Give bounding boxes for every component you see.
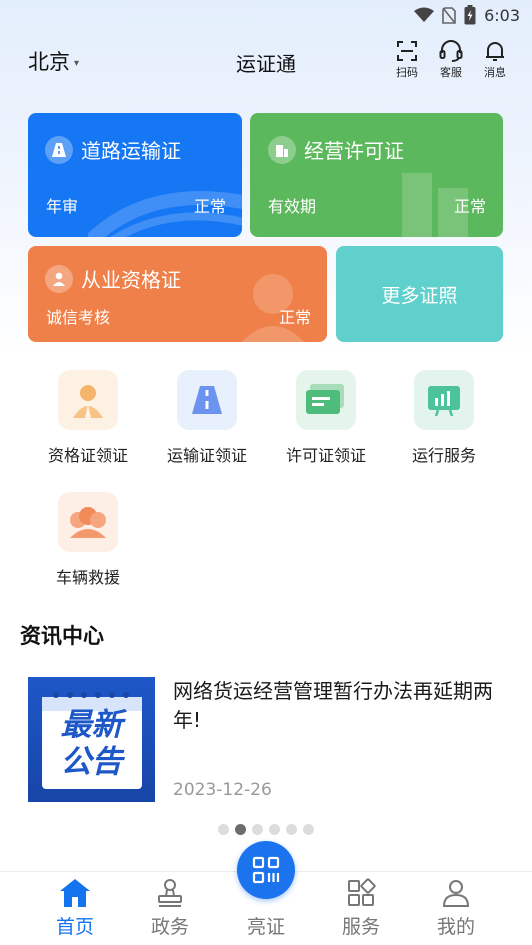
carousel-dot-active[interactable]: [235, 824, 246, 835]
more-certificates-label: 更多证照: [381, 284, 458, 307]
tab-label: 我的: [436, 916, 475, 938]
road-transport-permit-card[interactable]: 道路运输证 年审 正常: [28, 113, 242, 237]
service-label: 运行服务: [411, 446, 476, 465]
headset-icon: [439, 40, 463, 62]
tab-government[interactable]: 政务: [130, 878, 210, 939]
stamp-icon: [158, 879, 182, 907]
road-icon: [177, 370, 237, 430]
road-permit-status: 正常: [193, 197, 226, 216]
user-icon: [442, 880, 470, 907]
more-certificates-card[interactable]: 更多证照: [336, 246, 503, 342]
messages-button[interactable]: 消息: [480, 40, 510, 80]
customer-service-label: 客服: [440, 66, 462, 79]
qualification-sub: 诚信考核: [46, 308, 111, 327]
battery-icon: [464, 5, 476, 25]
scan-button[interactable]: 扫码: [392, 40, 422, 80]
bell-icon: [486, 42, 504, 61]
carousel-dot[interactable]: [286, 824, 297, 835]
qualification-status: 正常: [278, 308, 311, 327]
business-license-card[interactable]: 经营许可证 有效期 正常: [250, 113, 503, 237]
service-label: 资格证领证: [47, 446, 128, 465]
road-permit-sub: 年审: [46, 197, 79, 216]
news-item[interactable]: 最新 公告 网络货运经营管理暂行办法再延期两年! 2023-12-26: [28, 677, 508, 803]
qr-code-icon: [252, 856, 280, 884]
chart-board-icon: [414, 370, 474, 430]
news-section-title: 资讯中心: [20, 624, 104, 648]
card-icon: [296, 370, 356, 430]
carousel-dot[interactable]: [269, 824, 280, 835]
service-label: 运输证领证: [166, 446, 247, 465]
tab-label: 首页: [55, 916, 94, 938]
service-label: 许可证领证: [285, 446, 366, 465]
qualification-cert-card[interactable]: 从业资格证 诚信考核 正常: [28, 246, 327, 342]
carousel-dot[interactable]: [218, 824, 229, 835]
rescue-icon: [58, 492, 118, 552]
business-license-title: 经营许可证: [304, 139, 404, 163]
carousel-dot[interactable]: [252, 824, 263, 835]
thumb-text-line2: 公告: [60, 744, 123, 780]
scan-icon: [397, 41, 417, 61]
messages-label: 消息: [484, 66, 506, 79]
wifi-icon: [414, 7, 435, 22]
news-date: 2023-12-26: [173, 780, 272, 800]
service-vehicle-rescue[interactable]: 车辆救援: [38, 492, 138, 588]
tab-home[interactable]: 首页: [35, 878, 115, 939]
app-header: 北京 ▾ 运证通 扫码 客服 消息: [0, 36, 532, 86]
tab-label: 亮证: [246, 916, 285, 938]
business-license-status: 正常: [453, 197, 486, 216]
business-license-sub: 有效期: [268, 197, 317, 216]
service-transport-collect[interactable]: 运输证领证: [157, 370, 257, 466]
clock: 6:03: [484, 5, 520, 25]
show-cert-qr-button[interactable]: [237, 841, 295, 899]
status-bar: 6:03: [0, 0, 532, 30]
carousel-dot[interactable]: [303, 824, 314, 835]
road-permit-title: 道路运输证: [81, 139, 181, 163]
apps-icon: [348, 878, 376, 906]
service-license-collect[interactable]: 许可证领证: [276, 370, 376, 466]
carousel-indicator: [0, 824, 532, 835]
person-icon: [45, 264, 73, 293]
tab-profile[interactable]: 我的: [416, 878, 496, 939]
qualification-title: 从业资格证: [81, 268, 181, 292]
scan-label: 扫码: [396, 66, 418, 79]
tab-label: 政务: [150, 916, 189, 938]
building-icon: [268, 135, 296, 164]
thumb-text-line1: 最新: [60, 707, 123, 743]
service-label: 车辆救援: [55, 568, 120, 587]
person-badge-icon: [58, 370, 118, 430]
customer-service-button[interactable]: 客服: [436, 40, 466, 80]
news-thumbnail: 最新 公告: [28, 677, 155, 802]
service-qualification-collect[interactable]: 资格证领证: [38, 370, 138, 466]
road-icon: [45, 135, 73, 164]
no-sim-icon: [442, 6, 456, 24]
home-icon: [60, 879, 90, 907]
service-operation[interactable]: 运行服务: [394, 370, 494, 466]
tab-label: 服务: [341, 916, 380, 938]
tab-services[interactable]: 服务: [321, 878, 401, 939]
news-title: 网络货运经营管理暂行办法再延期两年!: [173, 679, 493, 732]
